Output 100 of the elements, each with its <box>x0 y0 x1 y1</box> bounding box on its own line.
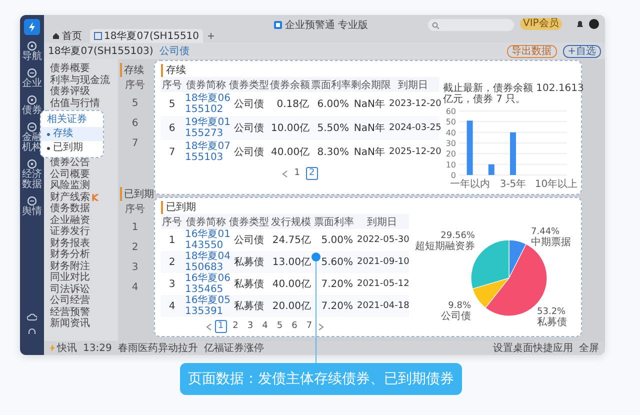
bond-link[interactable]: 19华夏01 155273 <box>185 117 227 139</box>
table-cell: 2 <box>161 251 183 273</box>
chart-title: 截止最新，债券余额 102.1613 亿元，债券 7 只。 <box>443 83 585 105</box>
menu-item[interactable]: 财务附注 <box>50 260 118 272</box>
data-label: 9.8% <box>448 301 471 311</box>
menu-item[interactable]: 债务数据 <box>50 203 118 214</box>
bond-link[interactable]: 18华夏07 155103 <box>185 141 227 163</box>
data-label: 53.2% <box>537 307 566 317</box>
table-cell: 2023-12-20 <box>387 92 439 116</box>
table-cell: 2021-09-10 <box>355 251 409 273</box>
vip-badge[interactable]: VIP会员 <box>520 18 562 30</box>
column-header: 债券简称 <box>183 77 229 92</box>
section-title: 存续 <box>120 63 150 77</box>
nav-item[interactable]: 债券 <box>22 106 42 116</box>
table-cell: 1 <box>161 229 183 251</box>
column-header: 票面利率 <box>311 77 351 92</box>
table-cell-text: 4 <box>130 281 140 295</box>
menu-item[interactable]: 利率与现金流 <box>50 74 118 86</box>
column-header: 到期日 <box>355 214 409 229</box>
page-button[interactable]: 1 <box>214 320 227 333</box>
table-cell-text: 2 <box>130 241 140 255</box>
column-header: 债券简称 <box>183 214 229 229</box>
table-cell: 5.50% <box>311 116 351 140</box>
table-cell: 2024-03-25 <box>387 116 439 140</box>
column-header: 序号 <box>124 79 146 93</box>
axis-label: 一年以内 <box>450 179 490 190</box>
nav-item[interactable]: 经济数据 <box>22 170 42 190</box>
bond-link[interactable]: 16华夏01 143550 <box>185 229 227 251</box>
column-header: 序号 <box>161 214 183 229</box>
table-cell: 3 <box>161 273 183 295</box>
menu-item[interactable]: 证券发行 <box>50 226 118 238</box>
legend-label: 超短期融资券 <box>415 241 475 252</box>
nav-item[interactable]: 企业 <box>22 79 42 89</box>
menu-item[interactable]: 财务分析 <box>50 249 118 260</box>
menu-heading: 相关证券 <box>46 113 88 127</box>
table-cell-text: 6 <box>130 117 140 131</box>
menu-item[interactable]: 已到期 <box>41 141 103 155</box>
table-cell: 13.00亿 <box>269 251 313 273</box>
table-cell: NaN年 <box>351 116 387 140</box>
axis-label: 10年以上 <box>534 179 578 190</box>
axis-label: 20 <box>446 150 456 159</box>
table-cell-text: 1 <box>130 221 140 235</box>
axis-label: 40 <box>446 128 456 138</box>
table-cell: 4 <box>161 295 183 317</box>
menu-item[interactable]: 公司经营 <box>50 295 118 306</box>
menu-item[interactable]: 存续 <box>41 127 103 141</box>
news-headline[interactable]: 春雨医药异动拉升 <box>118 341 198 355</box>
axis-label: 30 <box>446 139 456 148</box>
header-button[interactable]: +自选 <box>562 44 601 58</box>
legend-label: 中期票据 <box>531 237 571 248</box>
table-cell: NaN年 <box>351 92 387 116</box>
table-cell: 5.00% <box>313 229 355 251</box>
menu-item[interactable]: 经营预警 <box>50 306 118 318</box>
news-label: 快讯 <box>57 342 77 355</box>
table-cell: 6 <box>161 116 183 140</box>
menu-item[interactable]: 财务报表 <box>50 238 118 249</box>
table-cell: 5 <box>161 92 183 116</box>
status-link[interactable]: 全屏 <box>579 341 599 355</box>
table-cell-text: 7 <box>130 137 140 151</box>
menu-item[interactable]: 债券概要 <box>50 63 118 74</box>
table-cell: 私募债 <box>229 295 269 317</box>
axis-label: 50 <box>446 118 456 127</box>
column-header: 债券类型 <box>229 77 269 92</box>
table-cell: 7.20% <box>313 295 355 317</box>
table-cell: 5.60% <box>313 251 355 273</box>
menu-item[interactable]: 企业融资 <box>50 214 118 226</box>
column-header: 债券类型 <box>229 214 269 229</box>
tab[interactable]: 首页 <box>48 29 86 43</box>
status-link[interactable]: 设置桌面快捷应用 <box>493 341 573 355</box>
table-cell: 私募债 <box>229 251 269 273</box>
table-cell: 公司债 <box>229 116 269 140</box>
menu-item[interactable]: 新闻资讯 <box>50 318 118 330</box>
nav-item[interactable]: 舆情 <box>22 207 42 217</box>
table-cell: 24.75亿 <box>269 229 313 251</box>
bond-type-tag: 公司债 <box>159 44 190 58</box>
tab[interactable]: 18华夏07(SH15510 <box>90 29 204 43</box>
table-cell-text: 5 <box>130 97 140 111</box>
menu-item[interactable]: 司法诉讼 <box>50 284 118 295</box>
menu-item[interactable]: 同业对比 <box>50 272 118 284</box>
bond-title: 18华夏07(SH155103) <box>48 45 154 58</box>
data-label: 29.56% <box>440 231 475 241</box>
table-cell-text: 3 <box>130 261 140 275</box>
table-cell: 2021-04-18 <box>355 295 409 317</box>
table-cell: 2022-05-30 <box>355 229 409 251</box>
menu-item[interactable]: 风险监测 <box>50 180 118 192</box>
table-cell: 10.00亿 <box>269 116 311 140</box>
axis-label: 0 <box>450 171 456 180</box>
news-headline[interactable]: 亿福证券涨停 <box>204 341 264 355</box>
column-header: 序号 <box>161 77 183 92</box>
table-cell: 0.18亿 <box>269 92 311 116</box>
nav-item[interactable]: 导航 <box>22 52 42 62</box>
menu-item[interactable]: 财产线索 <box>50 192 118 203</box>
menu-item[interactable]: 公司概要 <box>50 168 118 180</box>
table-cell: 公司债 <box>229 229 269 251</box>
menu-item[interactable]: 债券评级 <box>50 86 118 98</box>
table-cell: 2021-05-12 <box>355 273 409 295</box>
axis-label: 3-5年 <box>500 179 526 190</box>
menu-item[interactable]: 估值与行情 <box>50 98 118 109</box>
page-button[interactable]: 2 <box>306 167 318 180</box>
axis-label: 60 <box>446 107 456 116</box>
